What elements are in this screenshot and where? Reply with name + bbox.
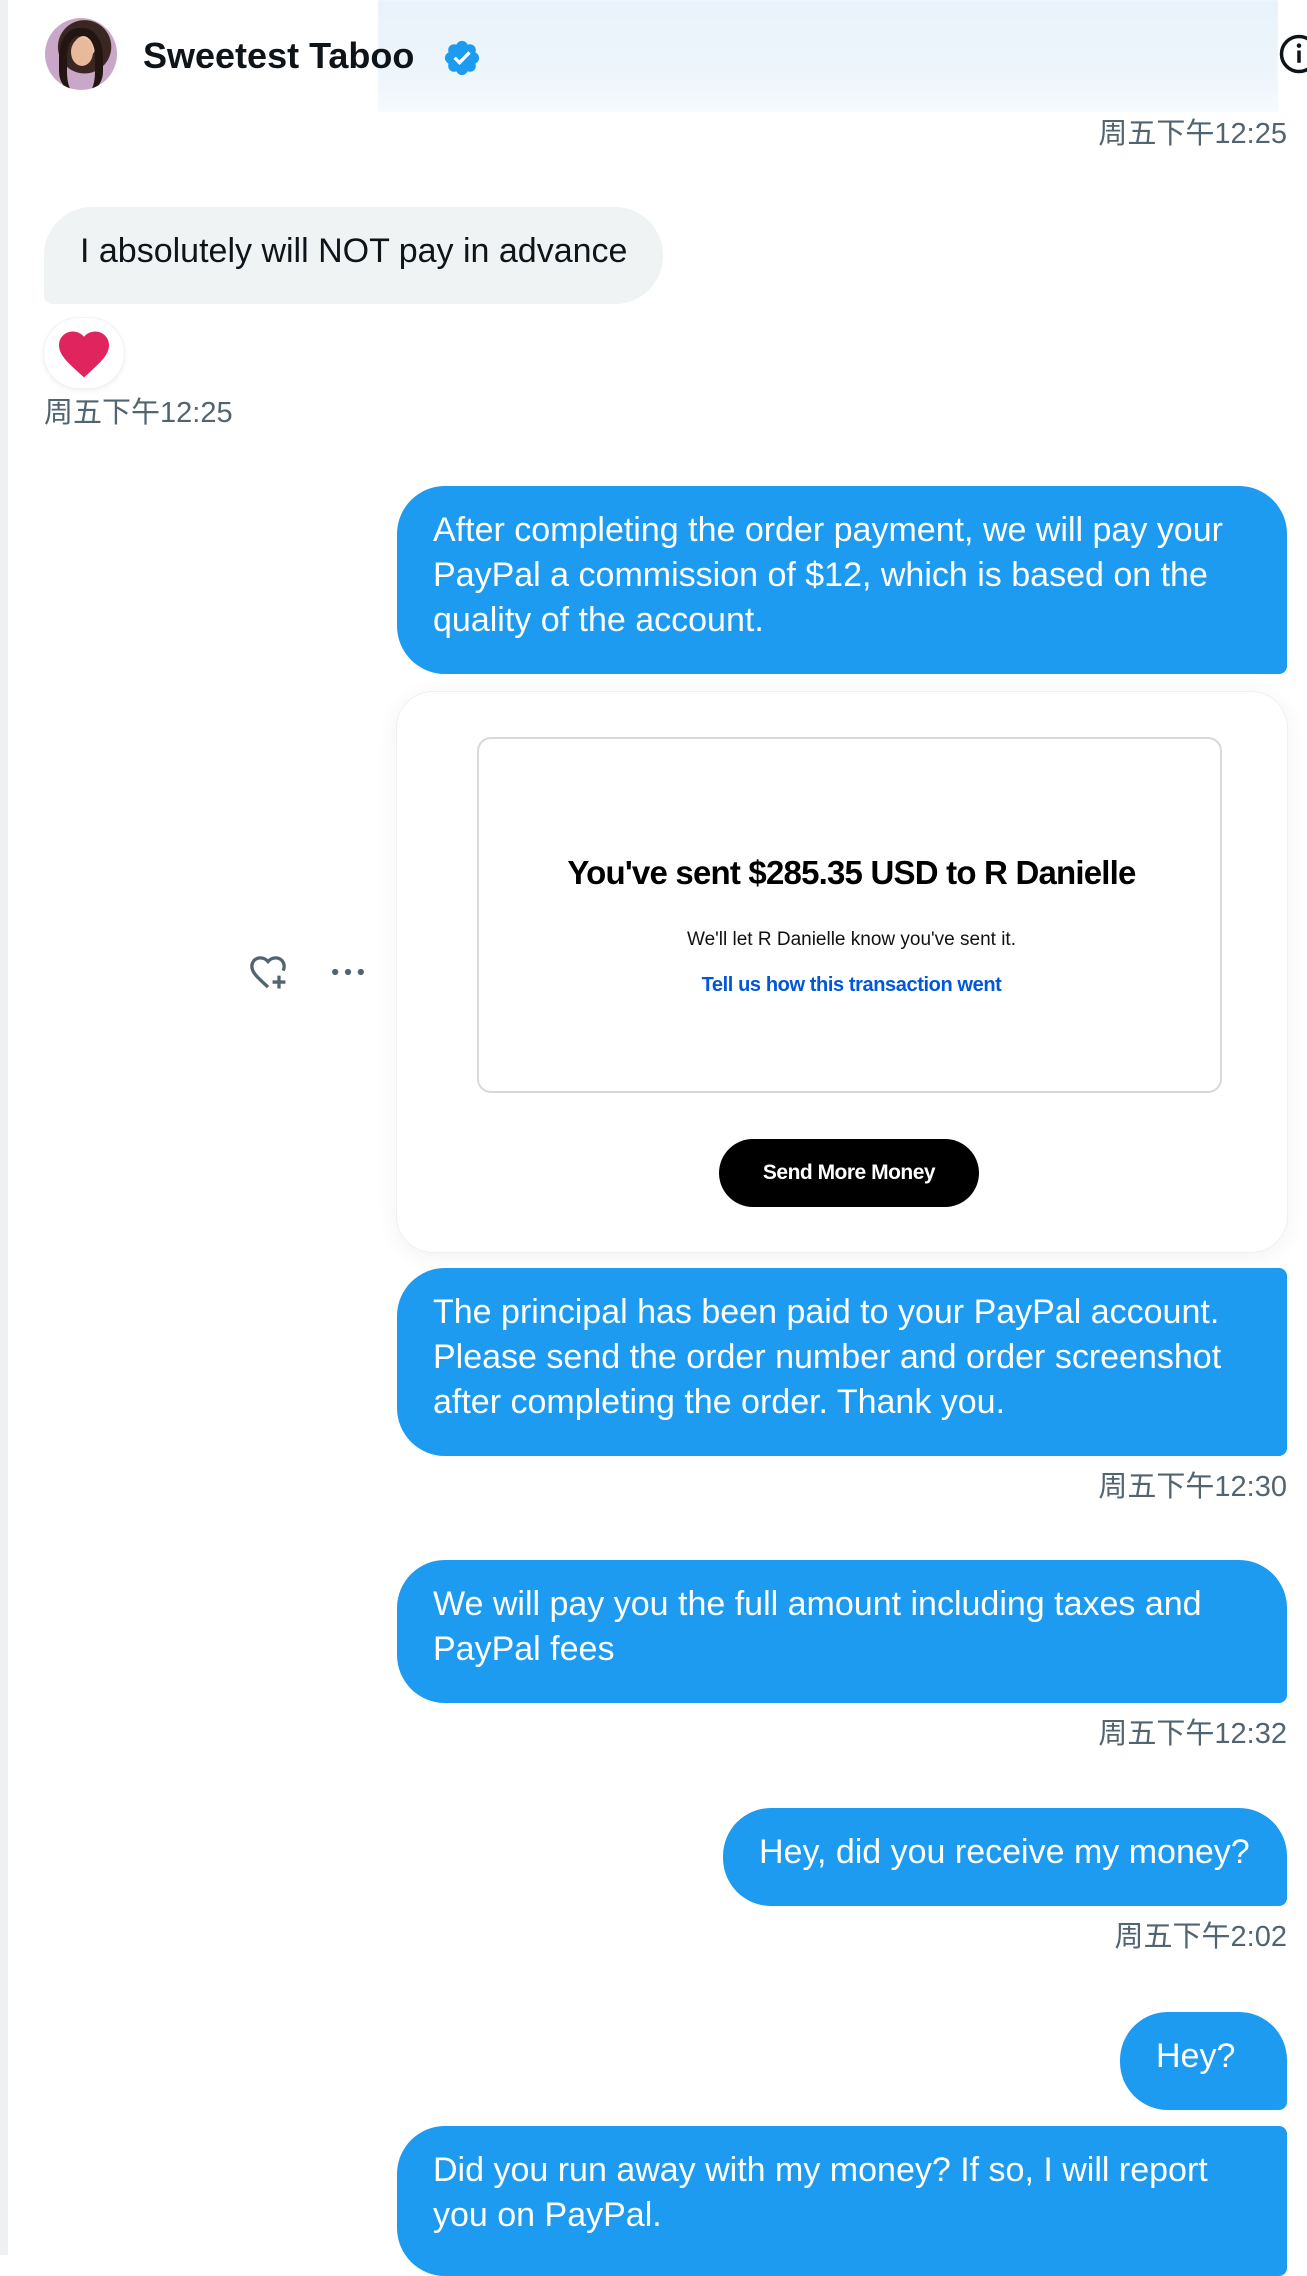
add-reaction-icon[interactable] (246, 950, 290, 994)
payment-title: You've sent $285.35 USD to R Danielle (479, 854, 1224, 892)
verified-badge-icon (442, 38, 482, 78)
message-timestamp: 周五下午12:32 (1098, 1717, 1287, 1751)
outgoing-message[interactable]: We will pay you the full amount includin… (397, 1560, 1287, 1703)
header-background (378, 0, 1278, 112)
image-attachment[interactable]: You've sent $285.35 USD to R Danielle We… (397, 692, 1287, 1252)
more-options-icon[interactable] (326, 950, 370, 994)
outgoing-message[interactable]: Hey? (1120, 2012, 1287, 2110)
payment-subtitle: We'll let R Danielle know you've sent it… (479, 929, 1224, 951)
message-timestamp: 周五下午12:25 (44, 396, 233, 430)
avatar[interactable] (45, 18, 117, 90)
message-reaction[interactable] (44, 318, 124, 388)
send-more-money-button: Send More Money (719, 1139, 979, 1207)
contact-name[interactable]: Sweetest Taboo (143, 34, 414, 78)
message-timestamp: 周五下午2:02 (1115, 1920, 1287, 1954)
info-icon[interactable] (1278, 33, 1307, 75)
payment-confirmation-panel: You've sent $285.35 USD to R Danielle We… (477, 737, 1222, 1093)
outgoing-message[interactable]: Did you run away with my money? If so, I… (397, 2126, 1287, 2276)
incoming-message[interactable]: I absolutely will NOT pay in advance (44, 207, 663, 304)
outgoing-message[interactable]: Hey, did you receive my money? (723, 1808, 1287, 1906)
feedback-link: Tell us how this transaction went (479, 974, 1224, 997)
message-timestamp: 周五下午12:25 (1098, 117, 1287, 151)
outgoing-message[interactable]: After completing the order payment, we w… (397, 486, 1287, 674)
left-edge-divider (0, 0, 8, 2255)
message-timestamp: 周五下午12:30 (1098, 1470, 1287, 1504)
conversation-header: Sweetest Taboo (8, 0, 1307, 112)
outgoing-message[interactable]: The principal has been paid to your PayP… (397, 1268, 1287, 1456)
heart-icon (54, 324, 114, 384)
